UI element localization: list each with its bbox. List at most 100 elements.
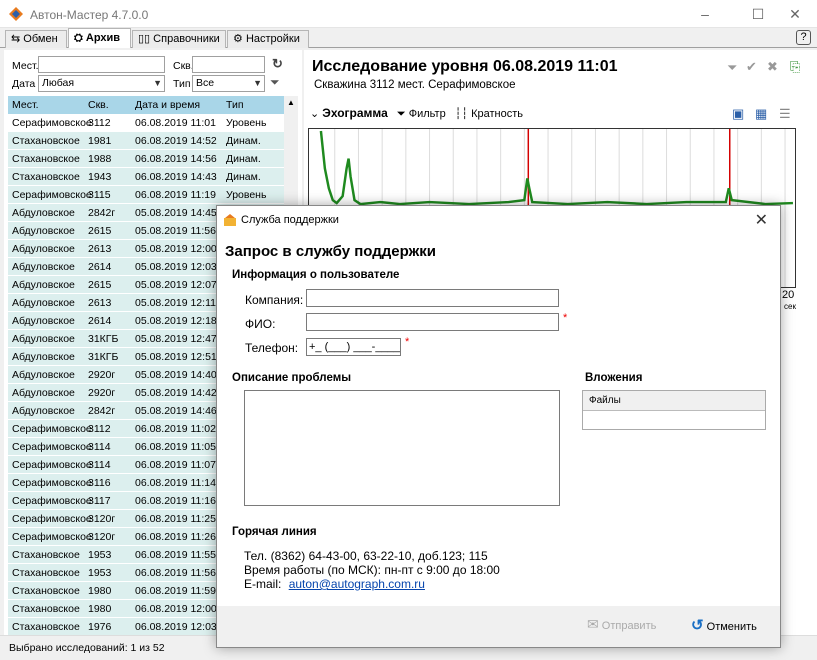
table-cell: Абдуловское xyxy=(12,351,75,363)
chevron-down-icon: ▼ xyxy=(153,78,162,88)
table-row[interactable]: Стахановское 1943 06.08.2019 14:43 Динам. xyxy=(8,168,284,186)
table-cell: Абдуловское xyxy=(12,297,75,309)
fio-label: ФИО: xyxy=(245,317,276,331)
table-cell: Стахановское xyxy=(12,171,80,183)
well-filter-label: Скв. xyxy=(173,60,194,72)
table-cell: Уровень xyxy=(226,189,267,201)
table-cell: 2920г xyxy=(88,387,116,399)
table-row[interactable]: Серафимовское 3112 06.08.2019 11:01 Уровень xyxy=(8,114,284,132)
check-icon[interactable]: ✔ xyxy=(746,59,757,75)
echogram-toolbar: ⌄ Эхограмма ⏷ Фильтр ┆┆ Кратность xyxy=(310,106,523,121)
table-cell: 05.08.2019 12:00 xyxy=(135,243,217,255)
table-cell: 1980 xyxy=(88,603,112,615)
hotline-email-row: E-mail: auton@autograph.com.ru xyxy=(244,577,425,591)
phone-field[interactable]: +_ (___) ___-____ xyxy=(306,338,401,356)
table-cell: 3112 xyxy=(88,117,111,129)
table-cell: 06.08.2019 11:19 xyxy=(135,189,216,201)
table-cell: 05.08.2019 12:51 xyxy=(135,351,217,363)
funnel-icon[interactable]: ⏷ xyxy=(270,75,280,90)
list-view-icon[interactable]: ☰ xyxy=(779,106,791,122)
archive-icon: ⛭ xyxy=(74,32,83,44)
maximize-button[interactable]: ☐ xyxy=(743,4,773,24)
table-cell: 06.08.2019 14:43 xyxy=(135,171,217,183)
send-button[interactable]: ✉ Отправить xyxy=(587,616,656,633)
table-cell: Абдуловское xyxy=(12,261,75,273)
hotline-phone: Тел. (8362) 64-43-00, 63-22-10, доб.123;… xyxy=(244,549,488,563)
refresh-icon[interactable]: ↻ xyxy=(272,56,283,72)
grid-view-icon[interactable]: ▦ xyxy=(755,106,767,122)
table-cell: 05.08.2019 14:46 xyxy=(135,405,217,417)
email-link[interactable]: auton@autograph.com.ru xyxy=(289,577,425,591)
scroll-up-icon[interactable]: ▲ xyxy=(287,98,295,107)
problem-description-field[interactable] xyxy=(244,390,560,506)
window-icon[interactable]: ▣ xyxy=(732,106,744,122)
company-label: Компания: xyxy=(245,293,304,307)
multiplicity-label: Кратность xyxy=(471,108,523,120)
table-cell: 2613 xyxy=(88,243,112,255)
tab-settings[interactable]: ⚙ Настройки xyxy=(227,30,309,48)
table-row[interactable]: Серафимовское 3115 06.08.2019 11:19 Уровень xyxy=(8,186,284,204)
place-filter-input[interactable] xyxy=(38,56,165,73)
date-filter-select[interactable]: Любая ▼ xyxy=(38,75,165,92)
undo-icon: ↺ xyxy=(691,617,704,634)
minimize-button[interactable]: – xyxy=(690,4,720,24)
tab-references[interactable]: ▯▯ Справочники xyxy=(132,30,226,48)
attachments-list[interactable]: Файлы xyxy=(582,390,766,430)
close-icon[interactable]: ✕ xyxy=(755,210,768,230)
table-cell: 06.08.2019 11:01 xyxy=(135,117,216,129)
main-tabs: ⇆ Обмен ⛭ Архив ▯▯ Справочники ⚙ Настрой… xyxy=(0,28,817,48)
well-filter-input[interactable] xyxy=(192,56,265,73)
funnel-icon: ⏷ xyxy=(396,108,406,120)
table-cell: 31КГБ xyxy=(88,333,119,345)
table-cell: Абдуловское xyxy=(12,369,75,381)
table-cell: 06.08.2019 11:02 xyxy=(135,423,216,435)
close-window-button[interactable]: ✕ xyxy=(780,4,810,24)
table-cell: Стахановское xyxy=(12,153,80,165)
table-cell: Серафимовское xyxy=(12,189,92,201)
tab-archive[interactable]: ⛭ Архив xyxy=(68,28,131,48)
table-cell: 2614 xyxy=(88,315,112,327)
table-cell: Абдуловское xyxy=(12,333,75,345)
table-cell: 3112 xyxy=(88,423,111,435)
delete-icon[interactable]: ✖ xyxy=(767,59,778,75)
phone-value: +_ (___) ___-____ xyxy=(309,341,400,353)
table-cell: 3114 xyxy=(88,459,111,471)
type-filter-value: Все xyxy=(196,77,215,89)
column-header[interactable]: Мест. xyxy=(12,99,39,111)
company-field[interactable] xyxy=(306,289,559,307)
table-cell: 1953 xyxy=(88,567,112,579)
filter-toggle[interactable]: ⏷ Фильтр xyxy=(397,108,446,120)
table-cell: Абдуловское xyxy=(12,225,75,237)
table-header: Мест. Скв. Дата и время Тип xyxy=(8,96,284,114)
cancel-button[interactable]: ↺ Отменить xyxy=(691,616,757,634)
expand-icon[interactable]: ⌄ xyxy=(310,108,319,120)
column-header[interactable]: Тип xyxy=(226,99,244,111)
table-cell: 1976 xyxy=(88,621,112,633)
table-cell: Серафимовское xyxy=(12,513,92,525)
table-cell: 3114 xyxy=(88,441,111,453)
column-header[interactable]: Дата и время xyxy=(135,99,200,111)
files-column-header: Файлы xyxy=(583,391,765,411)
date-filter-value: Любая xyxy=(42,77,75,89)
type-filter-select[interactable]: Все ▼ xyxy=(192,75,265,92)
title-bar: Автон-Мастер 4.7.0.0 – ☐ ✕ xyxy=(0,0,817,28)
grid-lines-icon: ┆┆ xyxy=(454,108,468,120)
table-row[interactable]: Стахановское 1981 06.08.2019 14:52 Динам. xyxy=(8,132,284,150)
multiplicity-toggle[interactable]: ┆┆ Кратность xyxy=(455,108,523,120)
window-title: Автон-Мастер 4.7.0.0 xyxy=(30,8,149,22)
send-label: Отправить xyxy=(601,620,657,632)
column-header[interactable]: Скв. xyxy=(88,99,109,111)
tab-exchange[interactable]: ⇆ Обмен xyxy=(5,30,67,48)
export-icon[interactable]: ⎘ xyxy=(790,59,800,75)
help-button[interactable]: ? xyxy=(796,30,811,45)
tab-label: Настройки xyxy=(245,33,300,45)
table-cell: Абдуловское xyxy=(12,315,75,327)
table-cell: 3120г xyxy=(88,531,116,543)
table-row[interactable]: Стахановское 1988 06.08.2019 14:56 Динам. xyxy=(8,150,284,168)
table-cell: 3120г xyxy=(88,513,116,525)
table-cell: Серафимовское xyxy=(12,441,92,453)
dialog-heading: Запрос в службу поддержки xyxy=(225,243,436,260)
fio-field[interactable] xyxy=(306,313,559,331)
filter-icon[interactable]: ⏷ xyxy=(727,60,737,76)
table-cell: 05.08.2019 12:03 xyxy=(135,261,217,273)
